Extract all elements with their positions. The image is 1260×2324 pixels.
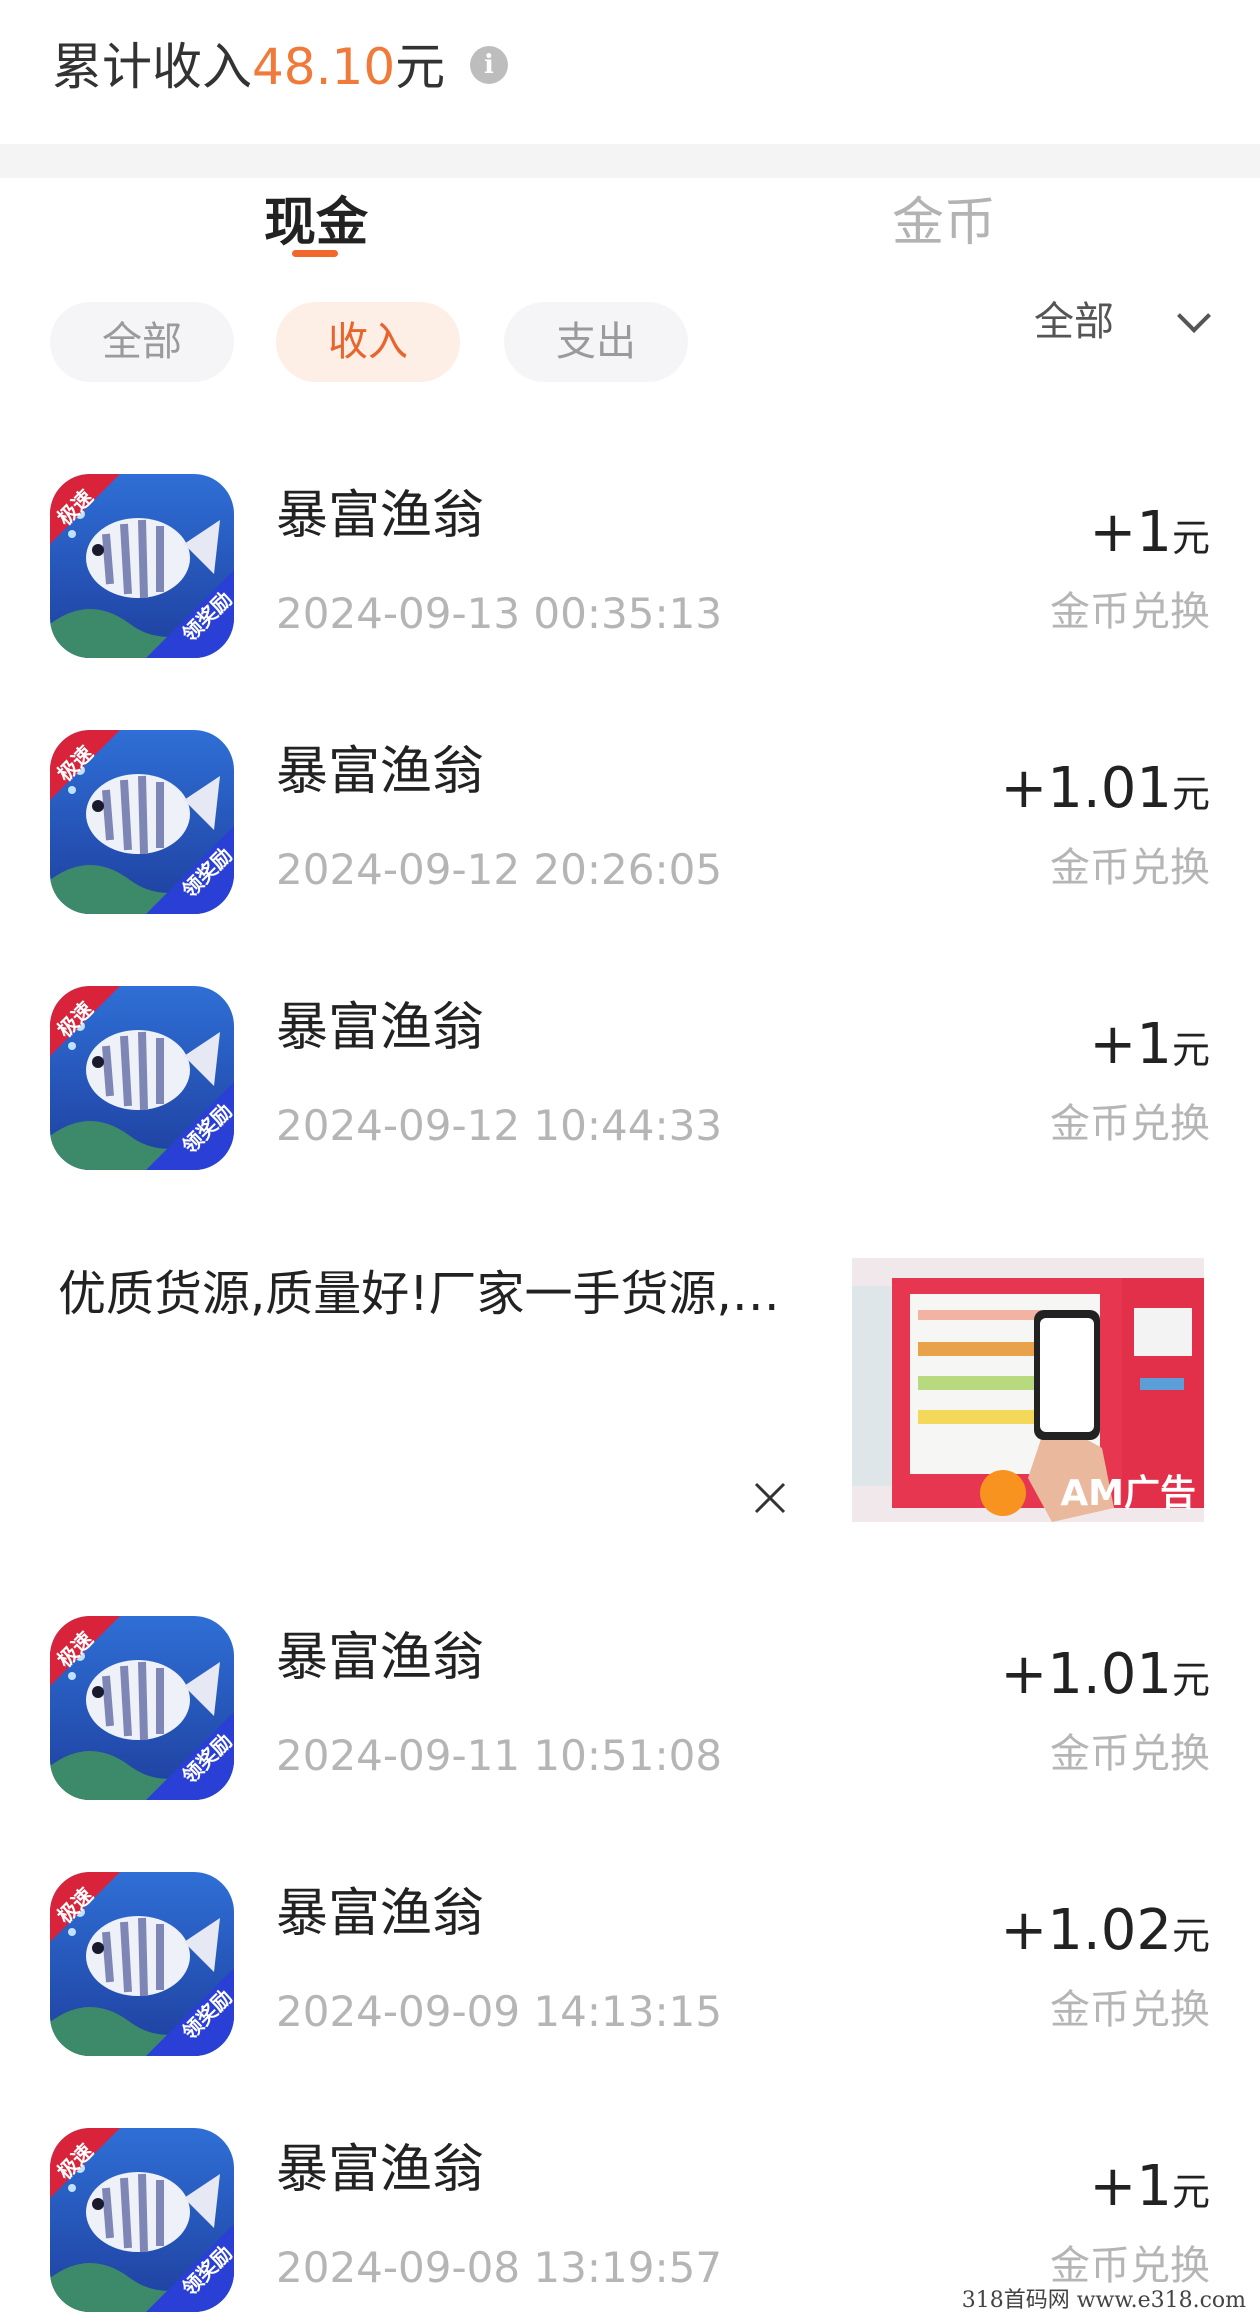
tab-active-indicator	[292, 250, 338, 257]
app-icon: 极速 领奖励	[50, 1616, 234, 1800]
filter-chip-all[interactable]: 全部	[50, 302, 234, 382]
chevron-down-icon[interactable]	[1177, 299, 1211, 333]
total-income-label: 累计收入	[52, 38, 252, 96]
app-icon: 极速 领奖励	[50, 474, 234, 658]
total-income-text: 累计收入48.10元	[52, 36, 445, 98]
transaction-row[interactable]: 极速 领奖励 暴富渔翁 2024-09-13 00:35:13 +1元 金币兑换	[0, 474, 1260, 730]
transaction-amount: +1.01元	[1000, 1642, 1210, 1713]
transaction-row[interactable]: 极速 领奖励 暴富渔翁 2024-09-11 10:51:08 +1.01元 金…	[0, 1616, 1260, 1872]
tab-cash[interactable]: 现金	[264, 190, 368, 256]
transaction-amount: +1.02元	[1000, 1898, 1210, 1969]
transaction-amount: +1元	[1089, 500, 1210, 571]
transaction-type: 金币兑换	[1050, 2243, 1210, 2289]
transaction-type: 金币兑换	[1050, 1987, 1210, 2033]
app-icon: 极速 领奖励	[50, 986, 234, 1170]
transaction-app-name: 暴富渔翁	[276, 742, 485, 802]
transaction-amount-unit: 元	[1171, 2170, 1210, 2214]
close-icon[interactable]	[750, 1478, 790, 1518]
transaction-amount-value: +1.01	[1000, 1642, 1172, 1707]
period-dropdown[interactable]: 全部	[1034, 292, 1114, 352]
transaction-type: 金币兑换	[1050, 1731, 1210, 1777]
transaction-amount: +1元	[1089, 1012, 1210, 1083]
transaction-amount-value: +1.02	[1000, 1898, 1172, 1963]
section-divider	[0, 144, 1260, 178]
watermark: 318首码网 www.e318.com	[961, 2288, 1246, 2313]
app-icon: 极速 领奖励	[50, 730, 234, 914]
ad-banner[interactable]: 优质货源,质量好!厂家一手货源,… AM广告	[0, 1238, 1260, 1568]
transaction-amount-unit: 元	[1171, 1914, 1210, 1958]
transaction-time: 2024-09-12 20:26:05	[276, 845, 723, 894]
transaction-time: 2024-09-13 00:35:13	[276, 589, 723, 638]
transaction-type: 金币兑换	[1050, 589, 1210, 635]
transaction-amount-value: +1	[1089, 1012, 1172, 1077]
transaction-time: 2024-09-08 13:19:57	[276, 2243, 723, 2292]
ad-text[interactable]: 优质货源,质量好!厂家一手货源,…	[58, 1264, 828, 1324]
transaction-amount-value: +1	[1089, 2154, 1172, 2219]
app-icon: 极速 领奖励	[50, 2128, 234, 2312]
transaction-amount-value: +1.01	[1000, 756, 1172, 821]
transaction-time: 2024-09-11 10:51:08	[276, 1731, 723, 1780]
transaction-app-name: 暴富渔翁	[276, 486, 485, 546]
transaction-app-name: 暴富渔翁	[276, 998, 485, 1058]
transaction-amount-unit: 元	[1171, 772, 1210, 816]
info-icon[interactable]: i	[470, 46, 508, 84]
filter-chip-income[interactable]: 收入	[276, 302, 460, 382]
total-income-amount: 48.10	[252, 38, 396, 96]
transaction-time: 2024-09-09 14:13:15	[276, 1987, 723, 2036]
transaction-app-name: 暴富渔翁	[276, 2140, 485, 2200]
ad-logo-icon	[980, 1470, 1026, 1516]
total-income-unit: 元	[395, 38, 446, 96]
transaction-row[interactable]: 极速 领奖励 暴富渔翁 2024-09-09 14:13:15 +1.02元 金…	[0, 1872, 1260, 2128]
transaction-amount-unit: 元	[1171, 516, 1210, 560]
income-summary: 累计收入48.10元 i	[0, 0, 1260, 144]
transaction-type: 金币兑换	[1050, 845, 1210, 891]
transaction-app-name: 暴富渔翁	[276, 1628, 485, 1688]
ad-image[interactable]: AM广告	[852, 1258, 1204, 1522]
transaction-app-name: 暴富渔翁	[276, 1884, 485, 1944]
transaction-amount: +1元	[1089, 2154, 1210, 2225]
ad-label: AM广告	[1060, 1473, 1196, 1514]
tab-coins[interactable]: 金币	[892, 190, 996, 256]
transaction-amount-value: +1	[1089, 500, 1172, 565]
transaction-amount-unit: 元	[1171, 1028, 1210, 1072]
transaction-amount-unit: 元	[1171, 1658, 1210, 1702]
transaction-type: 金币兑换	[1050, 1101, 1210, 1147]
app-icon: 极速 领奖励	[50, 1872, 234, 2056]
transaction-row[interactable]: 极速 领奖励 暴富渔翁 2024-09-12 20:26:05 +1.01元 金…	[0, 730, 1260, 986]
filter-chip-expense[interactable]: 支出	[504, 302, 688, 382]
transaction-row[interactable]: 极速 领奖励 暴富渔翁 2024-09-12 10:44:33 +1元 金币兑换	[0, 986, 1260, 1242]
transaction-amount: +1.01元	[1000, 756, 1210, 827]
transaction-time: 2024-09-12 10:44:33	[276, 1101, 723, 1150]
